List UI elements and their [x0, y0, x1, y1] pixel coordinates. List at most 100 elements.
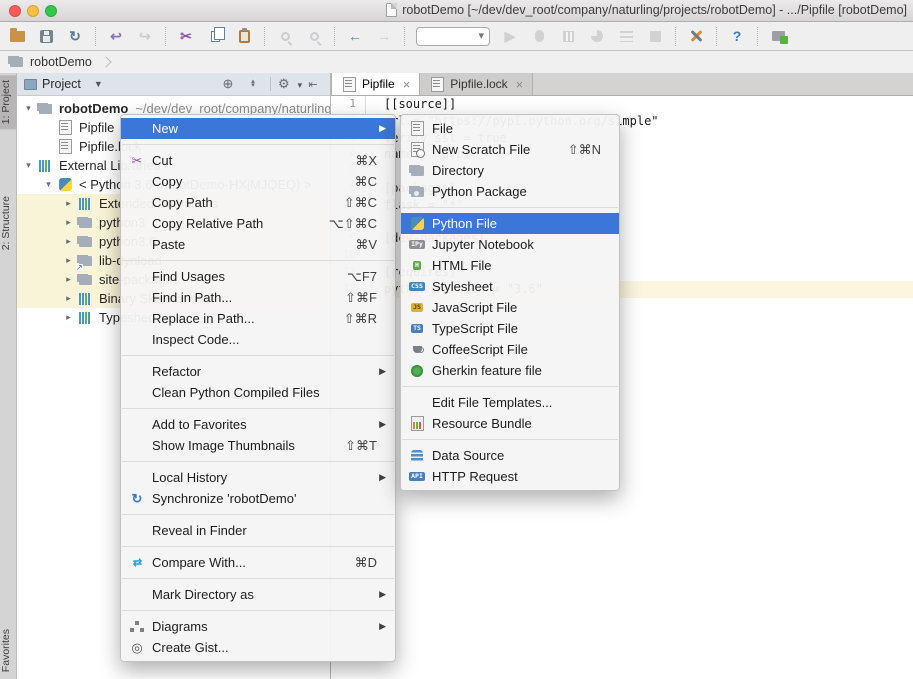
menu-item-show-image-thumbnails[interactable]: Show Image Thumbnails ⇧⌘T	[121, 435, 395, 456]
menu-item-mark-directory-as[interactable]: Mark Directory as	[121, 584, 395, 605]
tree-arrow[interactable]: ▸	[61, 312, 76, 323]
close-tab-icon[interactable]: ×	[516, 77, 524, 92]
submenu-item-javascript-file[interactable]: JS JavaScript File	[401, 297, 619, 318]
menu-item-diagrams[interactable]: Diagrams	[121, 616, 395, 637]
run-configuration-select[interactable]	[416, 26, 490, 46]
stop-button[interactable]	[646, 27, 664, 45]
submenu-item-python-file[interactable]: Python File	[401, 213, 619, 234]
menu-item-refactor[interactable]: Refactor	[121, 361, 395, 382]
hide-panel-button[interactable]: ⇤	[303, 78, 323, 91]
tree-arrow[interactable]: ▸	[61, 293, 76, 304]
folder-link-icon	[76, 253, 93, 271]
run-button[interactable]: ▶	[501, 27, 519, 45]
submenu-item-stylesheet[interactable]: CSS Stylesheet	[401, 276, 619, 297]
menu-item-replace-in-path[interactable]: Replace in Path... ⇧⌘R	[121, 308, 395, 329]
menu-item-find-usages[interactable]: Find Usages ⌥F7	[121, 266, 395, 287]
tree-arrow[interactable]: ▸	[61, 198, 76, 209]
navigation-bar: robotDemo	[0, 51, 913, 73]
find-replace-button[interactable]	[305, 27, 323, 45]
copy-button[interactable]	[206, 26, 225, 45]
undo-icon: ↩	[110, 28, 122, 44]
menu-item-add-to-favorites[interactable]: Add to Favorites	[121, 414, 395, 435]
close-window-button[interactable]	[9, 5, 21, 17]
tree-arrow[interactable]: ▸	[61, 217, 76, 228]
redo-button[interactable]: ↪	[136, 27, 154, 45]
submenu-item-jupyter-notebook[interactable]: IPy Jupyter Notebook	[401, 234, 619, 255]
menu-item-copy-relative-path[interactable]: Copy Relative Path ⌥⇧⌘C	[121, 213, 395, 234]
save-all-button[interactable]	[37, 27, 55, 45]
tree-arrow[interactable]: ▾	[21, 160, 36, 171]
back-button[interactable]: ←	[346, 27, 364, 45]
project-panel-header: Project ▼ ⊕ ▴ ▾ ⚙ ▾ ⇤	[17, 73, 330, 96]
submenu-item-html-file[interactable]: H HTML File	[401, 255, 619, 276]
line-number: 1	[349, 97, 356, 110]
main-toolbar: ↻ ↩ ↪ ✂ ← → ▶?	[0, 22, 913, 51]
menu-item-local-history[interactable]: Local History	[121, 467, 395, 488]
toolwindow-project[interactable]: 1: Project	[0, 75, 29, 130]
menu-item-cut[interactable]: ✂ Cut ⌘X	[121, 150, 395, 171]
help-button[interactable]: ?	[728, 27, 746, 45]
minimize-window-button[interactable]	[27, 5, 39, 17]
menu-item-paste[interactable]: Paste ⌘V	[121, 234, 395, 255]
tab-pipfile-lock[interactable]: Pipfile.lock ×	[420, 73, 534, 95]
menu-item-inspect-code[interactable]: Inspect Code...	[121, 329, 395, 350]
submenu-item-typescript-file[interactable]: TS TypeScript File	[401, 318, 619, 339]
settings-button[interactable]	[687, 27, 705, 45]
find-button[interactable]	[276, 27, 294, 45]
menu-item-clean-python-compiled-files[interactable]: Clean Python Compiled Files	[121, 382, 395, 403]
open-file-button[interactable]	[8, 27, 26, 45]
tree-arrow[interactable]: ▾	[41, 179, 56, 190]
tree-arrow[interactable]: ▾	[21, 103, 36, 114]
submenu-item-http-request[interactable]: API HTTP Request	[401, 466, 619, 487]
forward-button[interactable]: →	[375, 27, 393, 45]
update-project-button[interactable]	[769, 27, 788, 45]
tree-arrow[interactable]: ▸	[61, 236, 76, 247]
separator	[757, 26, 758, 46]
paste-button[interactable]	[235, 27, 253, 45]
close-tab-icon[interactable]: ×	[403, 77, 411, 92]
submenu-item-python-package[interactable]: Python Package	[401, 181, 619, 202]
collapse-all-button[interactable]: ▴ ▾	[243, 78, 263, 89]
run-coverage-button[interactable]	[559, 27, 577, 45]
locate-file-button[interactable]: ⊕	[218, 76, 238, 92]
tree-arrow[interactable]: ▸	[61, 274, 76, 285]
menu-item-find-in-path[interactable]: Find in Path... ⇧⌘F	[121, 287, 395, 308]
tree-arrow[interactable]: ▸	[61, 255, 76, 266]
menu-item-new[interactable]: New	[121, 118, 395, 139]
project-view-selector[interactable]: Project	[42, 77, 81, 91]
chevron-right-icon	[100, 56, 112, 68]
submenu-item-edit-file-templates[interactable]: Edit File Templates...	[401, 392, 619, 413]
concurrency-button[interactable]	[617, 27, 635, 45]
submenu-item-gherkin-feature-file[interactable]: Gherkin feature file	[401, 360, 619, 381]
separator	[121, 573, 395, 584]
zoom-window-button[interactable]	[45, 5, 57, 17]
submenu-item-resource-bundle[interactable]: Resource Bundle	[401, 413, 619, 434]
bundle-icon	[409, 416, 425, 432]
menu-item-compare-with[interactable]: ⇄ Compare With... ⌘D	[121, 552, 395, 573]
profiler-button[interactable]	[588, 27, 606, 45]
menu-item-copy-path[interactable]: Copy Path ⇧⌘C	[121, 192, 395, 213]
folder-icon	[37, 101, 53, 117]
toolwindow-favorites[interactable]: Favorites	[0, 624, 17, 677]
menu-item-copy[interactable]: Copy ⌘C	[121, 171, 395, 192]
menu-item-reveal-in-finder[interactable]: Reveal in Finder	[121, 520, 395, 541]
back-icon: ←	[348, 28, 362, 44]
submenu-item-data-source[interactable]: Data Source	[401, 445, 619, 466]
synchronize-button[interactable]: ↻	[66, 27, 84, 45]
debug-button[interactable]	[530, 27, 548, 45]
cut-icon: ✂	[180, 28, 192, 44]
separator	[404, 26, 405, 46]
tab-pipfile[interactable]: Pipfile ×	[331, 73, 421, 95]
settings-gear-button[interactable]: ⚙ ▾	[278, 76, 302, 92]
menu-item-synchronize-robotdemo[interactable]: ↻ Synchronize 'robotDemo'	[121, 488, 395, 509]
submenu-item-file[interactable]: File	[401, 118, 619, 139]
submenu-item-new-scratch-file[interactable]: New Scratch File ⇧⌘N	[401, 139, 619, 160]
breadcrumb[interactable]: robotDemo	[30, 55, 92, 69]
separator	[121, 456, 395, 467]
toolwindow-structure[interactable]: 2: Structure	[0, 191, 29, 255]
submenu-item-directory[interactable]: Directory	[401, 160, 619, 181]
submenu-item-coffeescript-file[interactable]: CoffeeScript File	[401, 339, 619, 360]
menu-item-create-gist[interactable]: ◎ Create Gist...	[121, 637, 395, 658]
undo-button[interactable]: ↩	[107, 27, 125, 45]
cut-button[interactable]: ✂	[177, 27, 195, 45]
